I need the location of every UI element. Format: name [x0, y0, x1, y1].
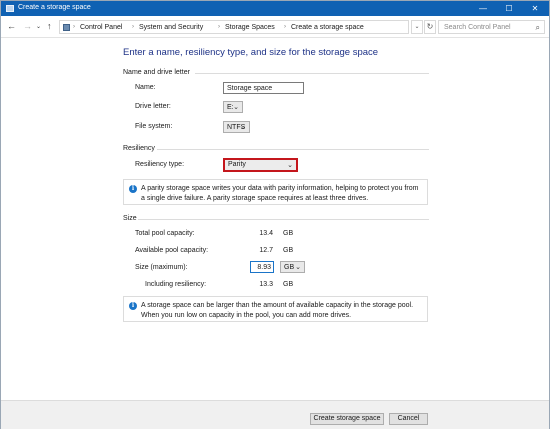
app-icon [6, 5, 14, 12]
minimize-button[interactable]: — [470, 1, 496, 16]
total-pool-capacity-value: 13.4 [259, 230, 273, 237]
breadcrumb-storage-spaces[interactable]: Storage Spaces [225, 24, 275, 31]
control-panel-icon [63, 24, 70, 31]
address-bar: ← → ⌄ ↑ › Control Panel › System and Sec… [1, 16, 549, 38]
size-info-text: A storage space can be larger than the a… [141, 302, 414, 319]
maximize-button[interactable]: ☐ [496, 1, 522, 16]
search-input[interactable]: Search Control Panel ⌕ [438, 20, 545, 34]
address-dropdown-chevron-icon[interactable]: ⌄ [411, 20, 423, 34]
available-pool-capacity-label: Available pool capacity: [135, 247, 209, 254]
resiliency-type-select[interactable]: Parity ⌄ [223, 158, 298, 172]
including-resiliency-value: 13.3 [259, 281, 273, 288]
drive-letter-select[interactable]: E: ⌄ [223, 101, 243, 113]
footer-bar: Create storage space Cancel [1, 400, 549, 429]
available-pool-capacity-value: 12.7 [259, 247, 273, 254]
cancel-button[interactable]: Cancel [389, 413, 428, 425]
section-divider [138, 219, 429, 220]
main-content: Enter a name, resiliency type, and size … [1, 39, 549, 400]
breadcrumb-separator-icon: › [284, 24, 286, 30]
refresh-icon[interactable]: ↻ [424, 20, 436, 34]
size-unit-select[interactable]: GB ⌄ [280, 261, 305, 273]
chevron-down-icon: ⌄ [295, 264, 301, 271]
chevron-down-icon: ⌄ [240, 124, 246, 131]
create-storage-space-window: Create a storage space — ☐ ✕ ← → ⌄ ↑ › C… [0, 0, 550, 429]
search-placeholder: Search Control Panel [444, 24, 511, 31]
total-pool-capacity-label: Total pool capacity: [135, 230, 195, 237]
breadcrumb-separator-icon: › [132, 24, 134, 30]
title-bar: Create a storage space — ☐ ✕ [1, 1, 549, 16]
section-size: Size [123, 215, 137, 222]
file-system-label: File system: [135, 123, 173, 130]
up-arrow-icon[interactable]: ↑ [47, 21, 52, 31]
including-resiliency-unit: GB [283, 281, 294, 288]
chevron-down-icon: ⌄ [233, 104, 239, 111]
drive-letter-label: Drive letter: [135, 103, 171, 110]
page-title: Enter a name, resiliency type, and size … [123, 47, 379, 58]
resiliency-info-text: A parity storage space writes your data … [141, 185, 419, 202]
create-storage-space-button[interactable]: Create storage space [310, 413, 384, 425]
breadcrumb-create-storage-space[interactable]: Create a storage space [291, 24, 364, 31]
resiliency-type-value: Parity [228, 161, 246, 168]
info-icon: i [129, 185, 137, 193]
name-field[interactable]: Storage space [223, 82, 304, 94]
chevron-down-icon: ⌄ [287, 162, 293, 169]
section-resiliency: Resiliency [123, 145, 155, 152]
resiliency-info-box: i A parity storage space writes your dat… [123, 179, 428, 205]
breadcrumb[interactable]: › Control Panel › System and Security › … [59, 20, 409, 34]
resiliency-type-label: Resiliency type: [135, 161, 185, 168]
available-pool-capacity-unit: GB [283, 247, 294, 254]
breadcrumb-separator-icon: › [218, 24, 220, 30]
breadcrumb-control-panel[interactable]: Control Panel [80, 24, 122, 31]
name-label: Name: [135, 84, 156, 91]
info-icon: i [129, 302, 137, 310]
total-pool-capacity-unit: GB [283, 230, 294, 237]
close-button[interactable]: ✕ [522, 1, 548, 16]
section-name-and-drive-letter: Name and drive letter [123, 69, 190, 76]
size-maximum-label: Size (maximum): [135, 264, 188, 271]
breadcrumb-separator-icon: › [73, 24, 75, 30]
size-info-box: i A storage space can be larger than the… [123, 296, 428, 322]
recent-locations-chevron-icon[interactable]: ⌄ [36, 23, 41, 30]
forward-arrow-icon[interactable]: → [23, 21, 32, 31]
size-unit-value: GB [284, 264, 295, 271]
window-title: Create a storage space [18, 4, 91, 11]
search-icon: ⌕ [535, 23, 540, 32]
back-arrow-icon[interactable]: ← [7, 21, 16, 31]
file-system-select[interactable]: NTFS ⌄ [223, 121, 250, 133]
section-divider [195, 73, 429, 74]
size-field[interactable]: 8.93 [250, 261, 274, 273]
breadcrumb-system-and-security[interactable]: System and Security [139, 24, 203, 31]
including-resiliency-label: Including resiliency: [145, 281, 207, 288]
section-divider [157, 149, 429, 150]
